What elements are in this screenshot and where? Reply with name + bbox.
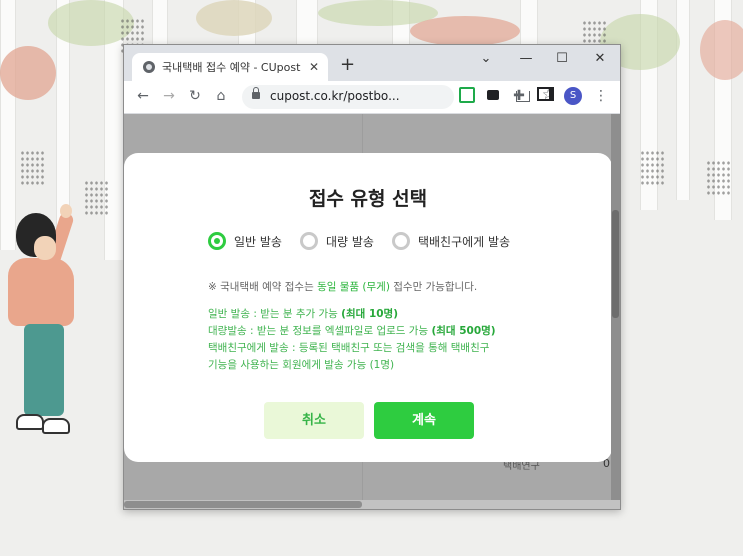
browser-window: 국내택배 접수 예약 - CUpost ✕ + ⌄ — ☐ ✕ ← → ↻ ⌂ … <box>123 44 621 510</box>
foliage-blob <box>700 20 743 80</box>
tab-active[interactable]: 국내택배 접수 예약 - CUpost ✕ <box>132 53 328 81</box>
lock-icon[interactable] <box>252 87 260 99</box>
browser-toolbar: ← → ↻ ⌂ cupost.co.kr/postbo... ☆ ✚ S ⋮ <box>124 81 620 114</box>
home-icon[interactable]: ⌂ <box>212 87 230 105</box>
option-descriptions: 일반 발송 : 받는 분 추가 가능 (최대 10명) 대량발송 : 받는 분 … <box>208 306 528 374</box>
page-content: 택배연구 0 접수 유형 선택 일반 발송 대량 발송 택배친구에게 발송 ※ … <box>124 114 620 509</box>
dot-pattern <box>84 180 108 216</box>
tab-strip: 국내택배 접수 예약 - CUpost ✕ + ⌄ — ☐ ✕ <box>124 45 620 81</box>
minimize-icon[interactable]: — <box>516 51 536 66</box>
dot-pattern <box>20 150 44 186</box>
foliage-blob <box>410 16 520 46</box>
new-tab-button[interactable]: + <box>340 55 355 75</box>
radio-unselected-icon[interactable] <box>391 232 410 250</box>
forward-icon[interactable]: → <box>160 87 178 105</box>
avatar[interactable]: S <box>564 87 582 105</box>
close-window-icon[interactable]: ✕ <box>590 51 610 66</box>
tree-trunk <box>676 0 690 200</box>
tab-title: 국내택배 접수 예약 - CUpost <box>162 61 301 74</box>
dot-pattern <box>706 160 730 196</box>
description-line: 대량발송 : 받는 분 정보를 엑셀파일로 업로드 가능 (최대 500명) <box>208 325 496 337</box>
description-line: 일반 발송 : 받는 분 추가 가능 (최대 10명) <box>208 308 399 320</box>
foliage-blob <box>0 46 56 100</box>
option-label[interactable]: 택배친구에게 발송 <box>418 233 510 250</box>
horizontal-scrollbar[interactable] <box>124 500 620 509</box>
more-icon[interactable]: ⋮ <box>592 87 610 105</box>
address-bar[interactable]: cupost.co.kr/postbo... ☆ <box>242 85 555 109</box>
shipping-type-options: 일반 발송 대량 발송 택배친구에게 발송 <box>208 232 528 250</box>
tree-trunk <box>296 0 318 44</box>
description-line: 기능을 사용하는 회원에게 발송 가능 (1명) <box>208 359 395 371</box>
tree-trunk <box>152 0 168 44</box>
dot-pattern <box>640 150 664 186</box>
radio-unselected-icon[interactable] <box>299 232 318 250</box>
tab-search-icon[interactable]: ⌄ <box>476 51 496 66</box>
extension-dark-icon[interactable] <box>484 87 502 105</box>
globe-icon <box>143 61 155 73</box>
description-line: 택배친구에게 발송 : 등록된 택배친구 또는 검색을 통해 택배친구 <box>208 342 490 354</box>
option-label[interactable]: 대량 발송 <box>326 233 374 250</box>
notice-text: ※ 국내택배 예약 접수는 동일 물품 (무게) 접수만 가능합니다. <box>208 279 477 294</box>
scrollbar-thumb[interactable] <box>124 501 362 508</box>
notice-prefix: ※ 국내택배 예약 접수는 <box>208 281 318 293</box>
tree-trunk <box>520 0 538 44</box>
back-icon[interactable]: ← <box>134 87 152 105</box>
shipping-type-modal: 접수 유형 선택 일반 발송 대량 발송 택배친구에게 발송 ※ 국내택배 예약… <box>124 153 612 462</box>
maximize-icon[interactable]: ☐ <box>552 51 572 66</box>
reload-icon[interactable]: ↻ <box>186 87 204 105</box>
url-text[interactable]: cupost.co.kr/postbo... <box>270 89 400 103</box>
notice-highlight: 동일 물품 (무게) <box>317 281 390 293</box>
tree-trunk <box>0 0 16 250</box>
option-bulk[interactable]: 대량 발송 <box>299 232 374 250</box>
continue-button[interactable]: 계속 <box>374 402 474 439</box>
option-label[interactable]: 일반 발송 <box>234 233 282 250</box>
sidebar-icon[interactable] <box>536 87 554 105</box>
radio-selected-icon[interactable] <box>208 232 226 250</box>
extension-green-icon[interactable] <box>458 87 476 105</box>
option-friend[interactable]: 택배친구에게 발송 <box>391 232 510 250</box>
tab-close-icon[interactable]: ✕ <box>306 60 322 74</box>
foliage-blob <box>196 0 272 36</box>
cancel-button[interactable]: 취소 <box>264 402 364 439</box>
vertical-scrollbar[interactable] <box>611 114 620 509</box>
scrollbar-thumb[interactable] <box>612 210 619 318</box>
notice-suffix: 접수만 가능합니다. <box>389 281 478 293</box>
puzzle-icon[interactable]: ✚ <box>510 87 528 105</box>
modal-title: 접수 유형 선택 <box>308 188 428 210</box>
option-general[interactable]: 일반 발송 <box>208 232 282 250</box>
